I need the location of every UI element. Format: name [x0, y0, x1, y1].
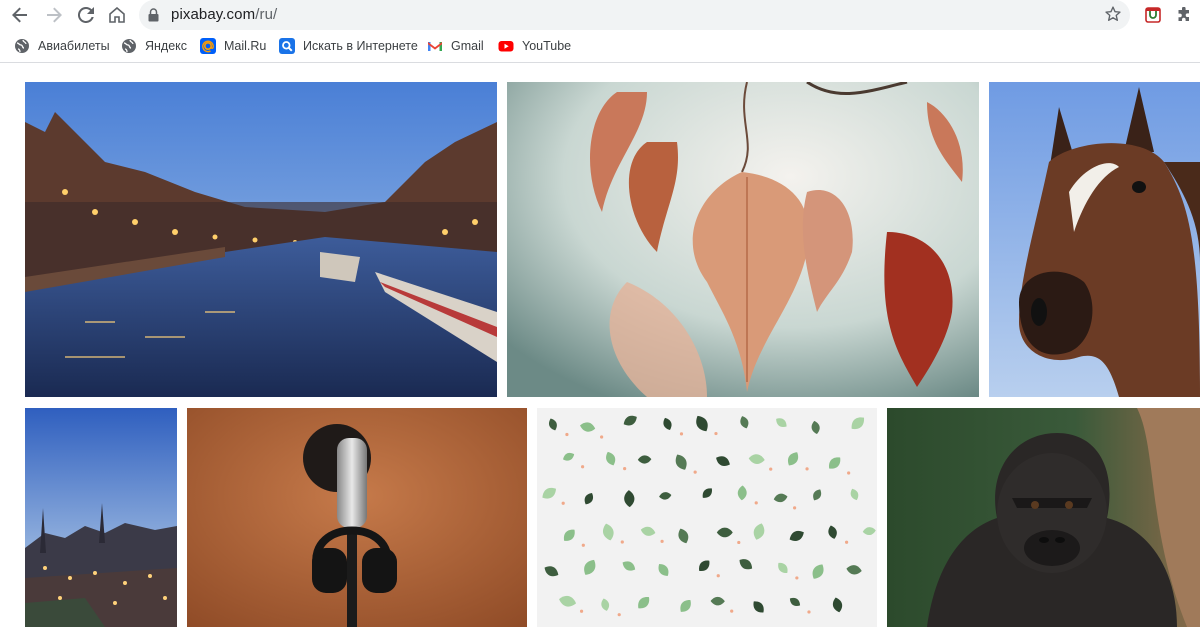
photo-leaves-pattern[interactable] — [537, 408, 877, 627]
url-host: pixabay.com — [171, 6, 256, 23]
bookmark-yandex[interactable]: Яндекс — [121, 37, 187, 55]
arrow-left-icon[interactable] — [8, 3, 32, 27]
lock-icon[interactable] — [148, 8, 159, 27]
arrow-right-icon[interactable] — [42, 3, 66, 27]
address-bar[interactable]: pixabay.com/ru/ — [139, 0, 1130, 30]
photo-microphone[interactable] — [187, 408, 527, 627]
bookmark-mailru[interactable]: Mail.Ru — [200, 37, 266, 55]
youtube-icon — [498, 38, 514, 54]
url-text[interactable]: pixabay.com/ru/ — [171, 6, 277, 23]
bookmark-label: Яндекс — [145, 39, 188, 53]
url-path: /ru/ — [255, 6, 278, 23]
photo-gorilla[interactable] — [887, 408, 1200, 627]
bookmarks-bar: Авиабилеты Яндекс Mail.Ru Искать в Интер… — [0, 30, 1200, 63]
photo-horse[interactable] — [989, 82, 1200, 397]
browser-toolbar: pixabay.com/ru/ — [0, 0, 1200, 30]
bookmark-label: Авиабилеты — [38, 39, 110, 53]
bookmark-aviabilety[interactable]: Авиабилеты — [14, 37, 110, 55]
bookmark-label: Искать в Интернете — [303, 39, 418, 53]
gmail-icon — [427, 38, 443, 54]
bookmark-label: Mail.Ru — [224, 39, 267, 53]
search-icon — [279, 38, 295, 54]
reload-icon[interactable] — [74, 3, 98, 27]
star-icon[interactable] — [1104, 5, 1122, 28]
globe-icon — [121, 38, 137, 54]
bookmark-label: YouTube — [522, 39, 572, 53]
photo-amsterdam-canal[interactable] — [25, 82, 497, 397]
bookmark-label: Gmail — [451, 39, 484, 53]
globe-icon — [14, 38, 30, 54]
home-icon[interactable] — [105, 3, 129, 27]
bookmark-search-internet[interactable]: Искать в Интернете — [279, 37, 418, 55]
bookmark-gmail[interactable]: Gmail — [427, 37, 484, 55]
shield-extension-icon[interactable] — [1143, 5, 1163, 25]
photo-town-dusk[interactable] — [25, 408, 177, 627]
bookmark-youtube[interactable]: YouTube — [498, 37, 571, 55]
mailru-icon — [200, 38, 216, 54]
photo-autumn-leaves[interactable] — [507, 82, 979, 397]
puzzle-icon[interactable] — [1174, 5, 1194, 25]
